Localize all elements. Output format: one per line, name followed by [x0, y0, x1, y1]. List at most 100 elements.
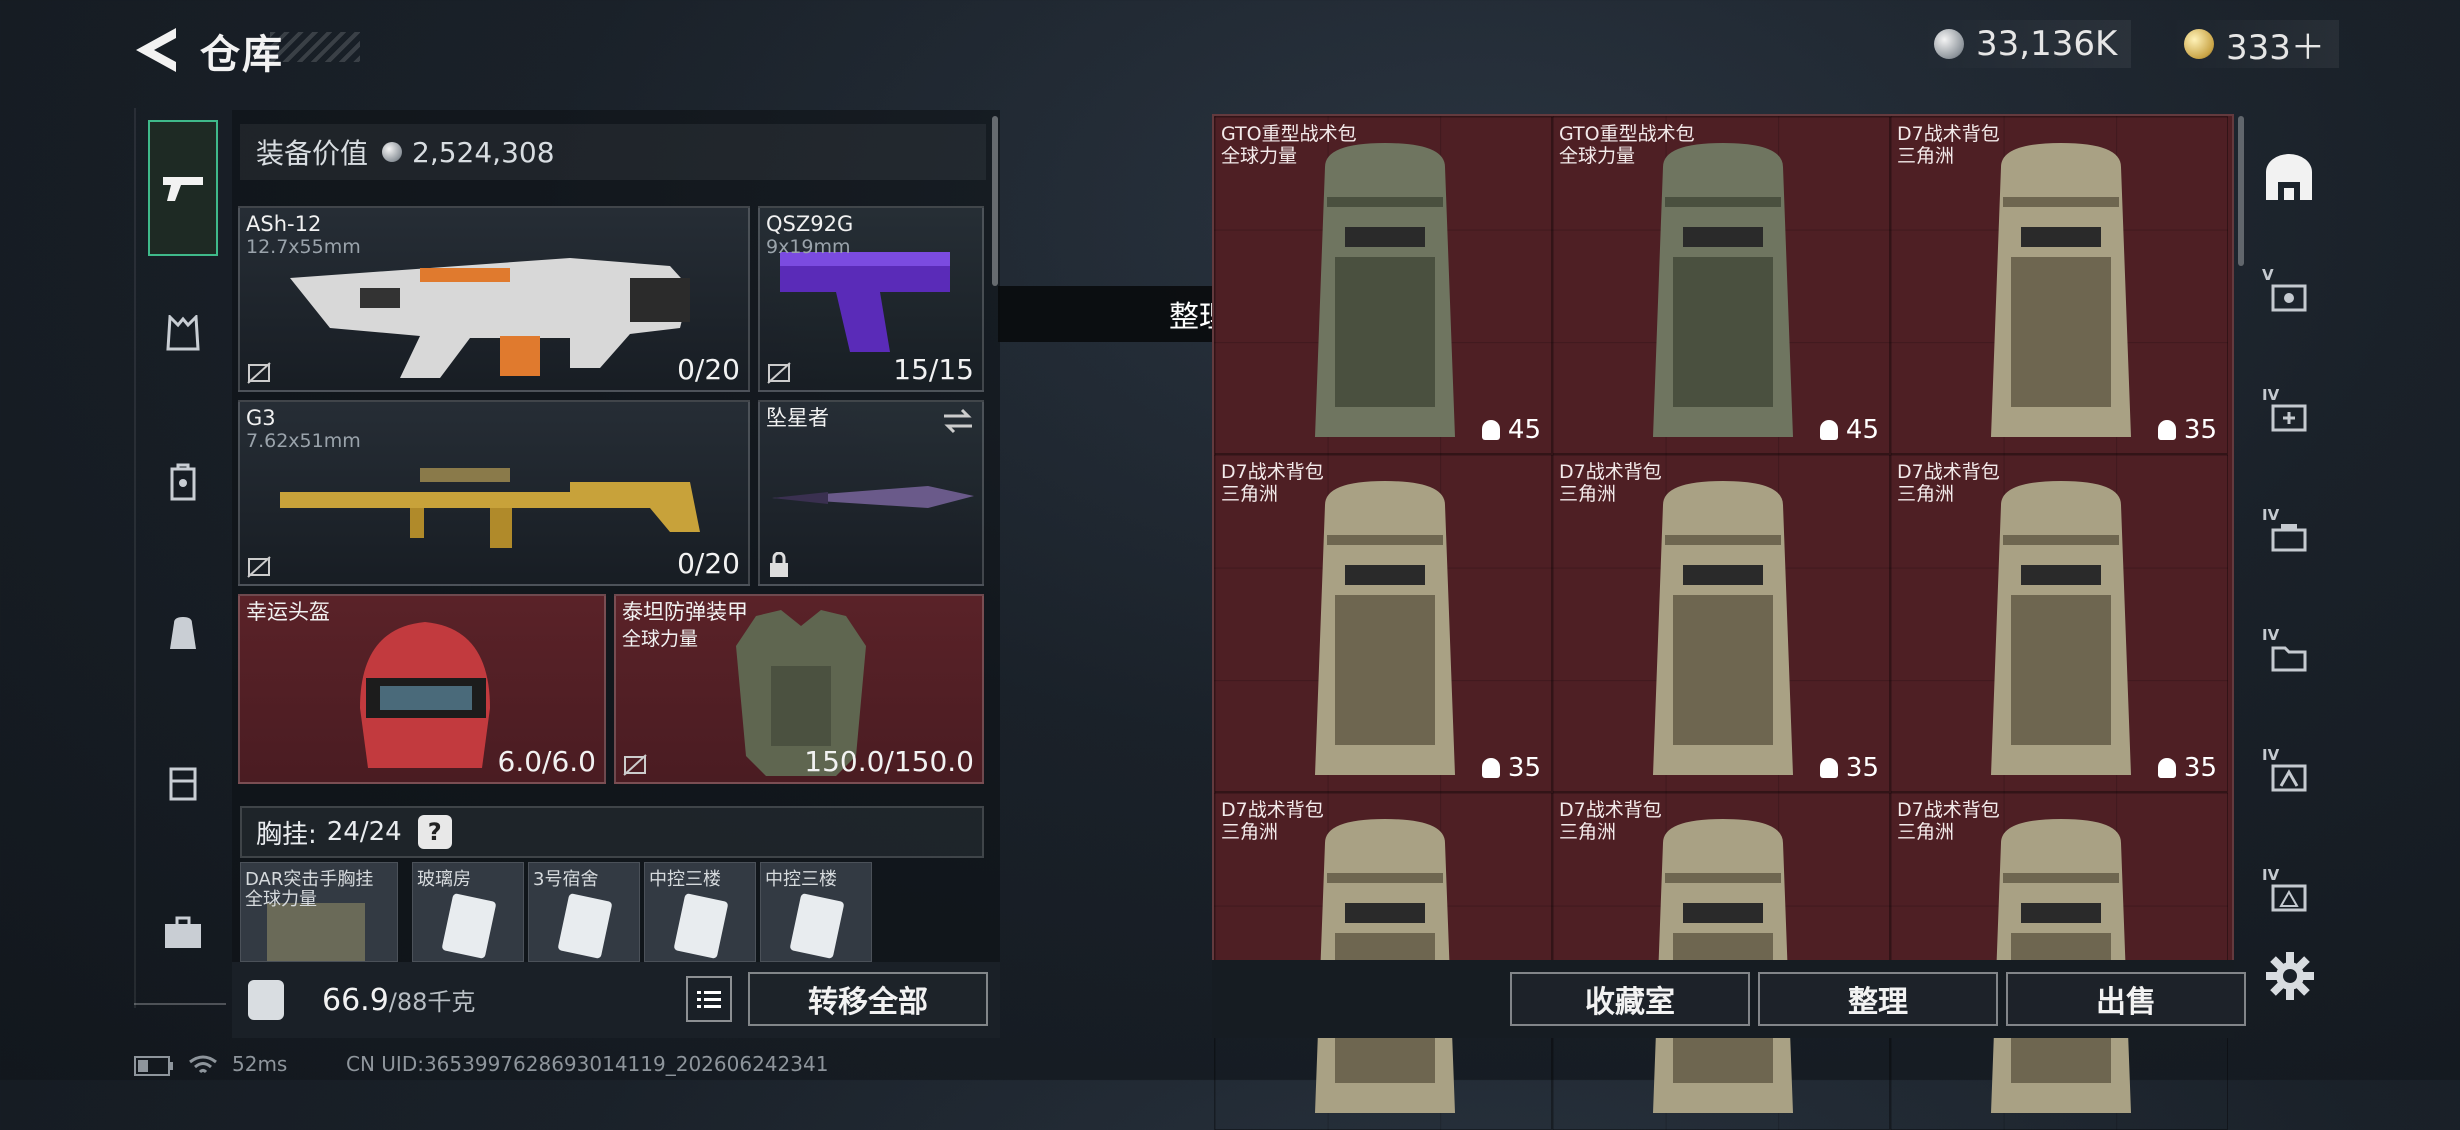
storage-scrollbar[interactable] [2238, 116, 2244, 266]
pistol-slot[interactable]: QSZ92G 9x19mm 15/15 [758, 206, 984, 392]
tab-armor[interactable] [148, 448, 218, 518]
title-decoration [270, 32, 360, 62]
storage-item-capacity: 35 [2157, 415, 2217, 445]
slot-brand: 全球力量 [622, 628, 699, 650]
back-arrow-icon[interactable] [128, 24, 184, 76]
primary-weapon-slot[interactable]: ASh-12 12.7x55mm 0/20 [238, 206, 750, 392]
keycard-item[interactable]: 中控三楼 [644, 862, 756, 962]
loadout-scrollbar[interactable] [992, 116, 998, 286]
gold-currency[interactable]: 333＋ [2170, 20, 2339, 68]
sell-button[interactable]: 出售 [2006, 972, 2246, 1026]
storage-item-capacity: 35 [1481, 753, 1541, 783]
capacity-value: 35 [1845, 753, 1879, 783]
storage-item-name: D7战术背包 [1897, 461, 2000, 483]
tab-storage-iv-3[interactable]: IV [2258, 626, 2320, 688]
slot-ammo-count: 0/20 [677, 547, 740, 580]
tab-cases[interactable] [148, 748, 218, 818]
keycard-item[interactable]: 玻璃房 [412, 862, 524, 962]
slot-caliber: 12.7x55mm [246, 236, 361, 258]
keycard-item[interactable]: 中控三楼 [760, 862, 872, 962]
storage-item-capacity: 45 [1481, 415, 1541, 445]
uninsured-icon [247, 556, 271, 578]
keycard-icon [674, 893, 728, 959]
settings-gear-icon[interactable] [2264, 950, 2316, 1002]
tab-weapons[interactable] [148, 120, 218, 256]
tab-storage-iv-1[interactable]: IV [2258, 386, 2320, 448]
collection-room-button[interactable]: 收藏室 [1510, 972, 1750, 1026]
tab-storage-iv-5[interactable]: IV [2258, 866, 2320, 928]
carry-weight: 66.9/88千克 [322, 982, 475, 1018]
slot-name: ASh-12 [246, 212, 322, 236]
storage-item-name: GTO重型战术包 [1221, 123, 1357, 145]
storage-item[interactable]: D7战术背包 三角洲 35 [1890, 116, 2228, 454]
storage-item-brand: 三角洲 [1559, 483, 1617, 505]
help-icon[interactable]: ? [417, 815, 452, 849]
storage-item[interactable]: GTO重型战术包 全球力量 45 [1214, 116, 1552, 454]
storage-item-capacity: 35 [2157, 753, 2217, 783]
storage-item-name: D7战术背包 [1221, 461, 1324, 483]
storage-item[interactable]: D7战术背包 三角洲 35 [1214, 454, 1552, 792]
chest-rig-brand: 全球力量 [245, 889, 317, 910]
uninsured-icon [623, 754, 647, 776]
tab-storage-main[interactable] [2258, 146, 2320, 208]
tab-storage-iv-4[interactable]: IV [2258, 746, 2320, 808]
vest-icon [166, 315, 200, 351]
storage-item-label: D7战术背包 三角洲 [1897, 123, 2000, 167]
chest-rig-count: 24/24 [326, 817, 402, 847]
storage-item-name: D7战术背包 [1559, 461, 1662, 483]
uninsured-icon [247, 362, 271, 384]
storage-item-label: D7战术背包 三角洲 [1559, 799, 1662, 843]
sidebar-divider [134, 1003, 226, 1005]
armor-slot[interactable]: 泰坦防弹装甲 全球力量 150.0/150.0 [614, 594, 984, 784]
backpack-image [1315, 481, 1455, 775]
storage-item-name: D7战术背包 [1897, 799, 2000, 821]
weight-value: 66.9 [322, 983, 389, 1018]
tab-backpacks[interactable] [148, 598, 218, 668]
chest-rig-item[interactable]: DAR突击手胸挂 全球力量 [240, 862, 398, 962]
tab-storage-iv-2[interactable]: IV [2258, 506, 2320, 568]
silver-currency[interactable]: 33,136K [1920, 20, 2132, 68]
secondary-weapon-slot[interactable]: G3 7.62x51mm 0/20 [238, 400, 750, 586]
capacity-icon [2157, 758, 2176, 778]
melee-slot[interactable]: 坠星者 [758, 400, 984, 586]
storage-item-label: GTO重型战术包 全球力量 [1221, 123, 1357, 167]
storage-item-label: D7战术背包 三角洲 [1559, 461, 1662, 505]
storage-item-name: D7战术背包 [1559, 799, 1662, 821]
slot-name: 坠星者 [766, 406, 829, 430]
list-view-button[interactable] [686, 976, 732, 1022]
organize-button[interactable]: 整理 [1758, 972, 1998, 1026]
capacity-value: 35 [2183, 415, 2217, 445]
tab-keys[interactable] [148, 898, 218, 968]
equipment-value-label: 装备价值 [256, 137, 369, 170]
swap-icon[interactable] [942, 408, 974, 434]
capacity-icon [1819, 758, 1838, 778]
weight-max: /88千克 [388, 988, 476, 1016]
capacity-icon [1819, 420, 1838, 440]
storage-item[interactable]: D7战术背包 三角洲 35 [1890, 454, 2228, 792]
case-icon [169, 767, 197, 801]
armor-icon [170, 463, 196, 501]
backpack-image [1991, 143, 2131, 437]
knife-image [772, 486, 974, 508]
keycard-item[interactable]: 3号宿舍 [528, 862, 640, 962]
keycard-name: 玻璃房 [417, 869, 471, 890]
keycard-icon [558, 893, 612, 959]
storage-item[interactable]: D7战术背包 三角洲 35 [1552, 454, 1890, 792]
storage-item-brand: 全球力量 [1559, 145, 1636, 167]
capacity-value: 45 [1507, 415, 1541, 445]
capacity-value: 45 [1845, 415, 1879, 445]
storage-item-label: D7战术背包 三角洲 [1221, 799, 1324, 843]
tab-level: IV [2262, 746, 2280, 764]
folder-icon [2271, 646, 2307, 672]
helmet-slot[interactable]: 幸运头盔 6.0/6.0 [238, 594, 606, 784]
tab-vests[interactable] [148, 298, 218, 368]
storage-item[interactable]: GTO重型战术包 全球力量 45 [1552, 116, 1890, 454]
tab-storage-v[interactable]: V [2258, 266, 2320, 328]
storage-item-label: D7战术背包 三角洲 [1897, 799, 2000, 843]
slot-caliber: 7.62x51mm [246, 430, 361, 452]
storage-item-label: D7战术背包 三角洲 [1221, 461, 1324, 505]
tab-level: V [2262, 266, 2274, 284]
uid-text: CN UID:3653997628693014119_202606242341 [346, 1052, 829, 1076]
transfer-all-button[interactable]: 转移全部 [748, 972, 988, 1026]
tab-level: IV [2262, 866, 2280, 884]
